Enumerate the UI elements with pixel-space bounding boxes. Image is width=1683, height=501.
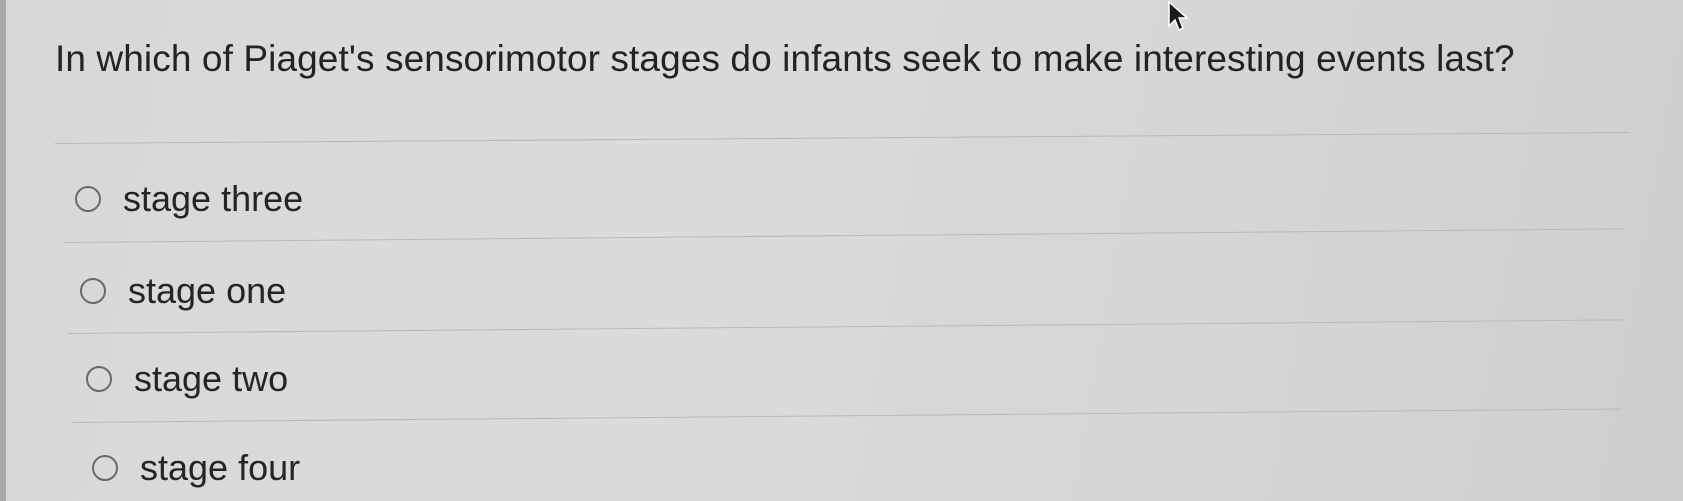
radio-button[interactable] — [92, 455, 118, 481]
option-stage-two[interactable]: stage two — [86, 358, 288, 400]
radio-button[interactable] — [75, 186, 101, 212]
option-label: stage four — [140, 447, 301, 488]
option-stage-one[interactable]: stage one — [80, 270, 286, 312]
option-stage-four[interactable]: stage four — [92, 447, 300, 489]
question-text: In which of Piaget's sensorimotor stages… — [55, 38, 1515, 79]
divider-option-1 — [64, 228, 1625, 243]
screen-edge-shadow — [0, 0, 6, 501]
radio-button[interactable] — [80, 278, 106, 304]
arrow-cursor-icon — [1168, 0, 1189, 32]
option-label: stage one — [128, 270, 287, 311]
radio-button[interactable] — [86, 366, 112, 392]
divider-option-2 — [67, 319, 1623, 334]
option-stage-three[interactable]: stage three — [75, 178, 303, 220]
option-label: stage two — [134, 358, 289, 399]
divider-option-3 — [71, 408, 1622, 423]
option-label: stage three — [123, 178, 304, 219]
divider-question — [54, 132, 1630, 144]
